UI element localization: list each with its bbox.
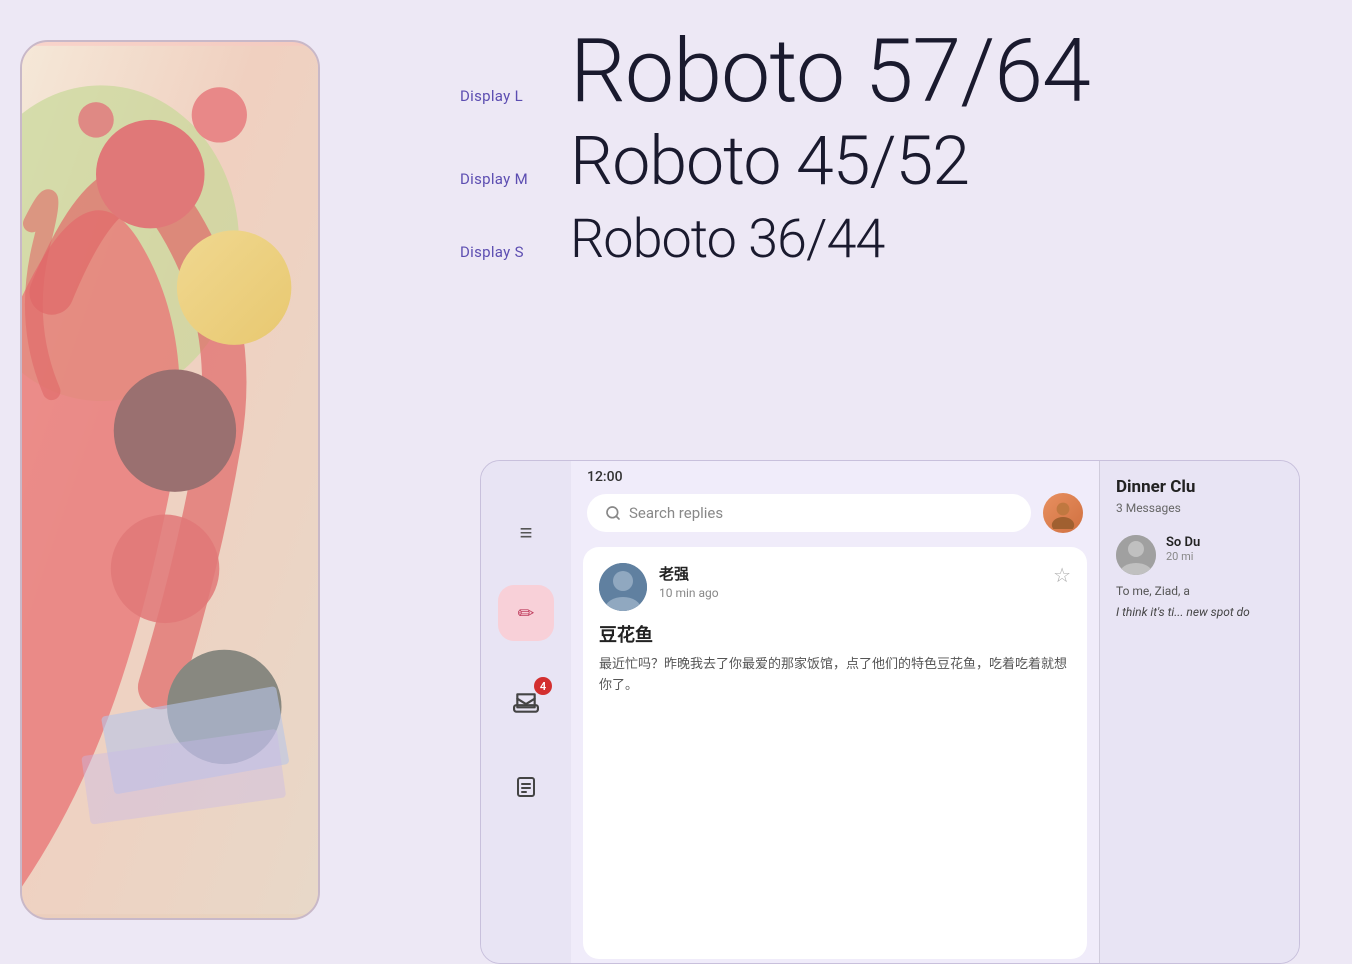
message-item[interactable]: 老强 10 min ago ☆ 豆花鱼 最近忙吗？昨晚我去了你最爱的那家饭馆，点…: [583, 547, 1087, 959]
app-main: 12:00 Search replies: [571, 461, 1099, 963]
display-l-row: Display L Roboto 57/64: [460, 30, 1332, 105]
message-subject: 豆花鱼: [599, 621, 1071, 647]
compose-icon: ✏: [518, 601, 535, 625]
display-m-text: Roboto 45/52: [570, 135, 969, 187]
star-button[interactable]: ☆: [1053, 563, 1071, 587]
right-contact-info: So Du 20 mi: [1166, 535, 1283, 563]
phone-frame: [20, 40, 320, 920]
display-s-text: Roboto 36/44: [570, 218, 884, 262]
inbox-badge: 4: [534, 677, 552, 695]
right-contact-preview2: I think it's ti... new spot do: [1116, 604, 1283, 621]
hamburger-symbol: ≡: [520, 520, 533, 546]
display-s-label: Display S: [460, 243, 570, 261]
message-avatar: [599, 563, 647, 611]
search-icon: [605, 505, 621, 521]
right-contact-avatar: [1116, 535, 1156, 575]
notes-button[interactable]: [504, 765, 548, 809]
dinner-club-subtitle: 3 Messages: [1116, 501, 1283, 515]
phone-illustration: [0, 0, 340, 964]
search-container[interactable]: Search replies: [587, 494, 1031, 532]
display-l-label: Display L: [460, 87, 570, 105]
right-contact-item[interactable]: So Du 20 mi: [1116, 535, 1283, 575]
status-time: 12:00: [587, 469, 623, 485]
user-avatar[interactable]: [1043, 493, 1083, 533]
typography-section: Display L Roboto 57/64 Display M Roboto …: [460, 30, 1332, 302]
message-sender: 老强: [659, 563, 1053, 584]
message-time: 10 min ago: [659, 586, 1053, 600]
app-mockup: ≡ ✏ 4 12:00: [480, 460, 1300, 964]
right-contact-time: 20 mi: [1166, 550, 1283, 563]
hamburger-menu-icon[interactable]: ≡: [504, 511, 548, 555]
display-s-row: Display S Roboto 36/44: [460, 218, 1332, 262]
message-meta: 老强 10 min ago: [659, 563, 1053, 600]
sender-avatar-icon: [599, 563, 647, 611]
inbox-button[interactable]: 4: [504, 681, 548, 725]
app-sidebar: ≡ ✏ 4: [481, 461, 571, 963]
avatar-image: [1043, 493, 1083, 533]
status-bar: 12:00: [571, 461, 1099, 489]
display-m-label: Display M: [460, 170, 570, 188]
avatar-person-icon: [1047, 497, 1079, 529]
right-contact-preview: To me, Ziad, a: [1116, 583, 1283, 600]
right-contact-name: So Du: [1166, 535, 1283, 550]
right-avatar-icon: [1116, 535, 1156, 575]
compose-button[interactable]: ✏: [498, 585, 554, 641]
display-l-text: Roboto 57/64: [570, 40, 1090, 104]
dinner-club-title: Dinner Clu: [1116, 477, 1283, 497]
message-preview: 最近忙吗？昨晚我去了你最爱的那家饭馆，点了他们的特色豆花鱼，吃着吃着就想你了。: [599, 655, 1071, 697]
display-m-row: Display M Roboto 45/52: [460, 135, 1332, 188]
search-bar: Search replies: [571, 489, 1099, 543]
search-placeholder-text: Search replies: [629, 504, 723, 522]
message-header: 老强 10 min ago ☆: [599, 563, 1071, 611]
app-right-panel: Dinner Clu 3 Messages So Du 20 mi To me,…: [1099, 461, 1299, 963]
